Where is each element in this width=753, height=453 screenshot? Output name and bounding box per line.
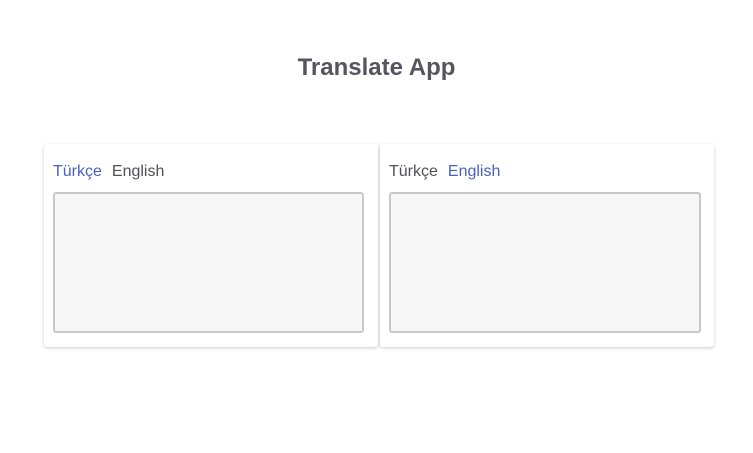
page-title: Translate App <box>297 54 456 81</box>
target-text-output[interactable] <box>389 192 701 333</box>
target-language-tabs: Türkçe English <box>389 163 500 181</box>
source-tab-turkish[interactable]: Türkçe <box>53 163 102 181</box>
translate-app: Translate App Türkçe English Türkçe Engl… <box>0 0 753 453</box>
source-panel: Türkçe English <box>44 144 378 347</box>
source-text-input[interactable] <box>53 192 364 333</box>
source-tab-english[interactable]: English <box>112 163 164 181</box>
target-panel: Türkçe English <box>380 144 714 347</box>
target-tab-english[interactable]: English <box>448 163 500 181</box>
target-tab-turkish[interactable]: Türkçe <box>389 163 438 181</box>
source-language-tabs: Türkçe English <box>53 163 164 181</box>
